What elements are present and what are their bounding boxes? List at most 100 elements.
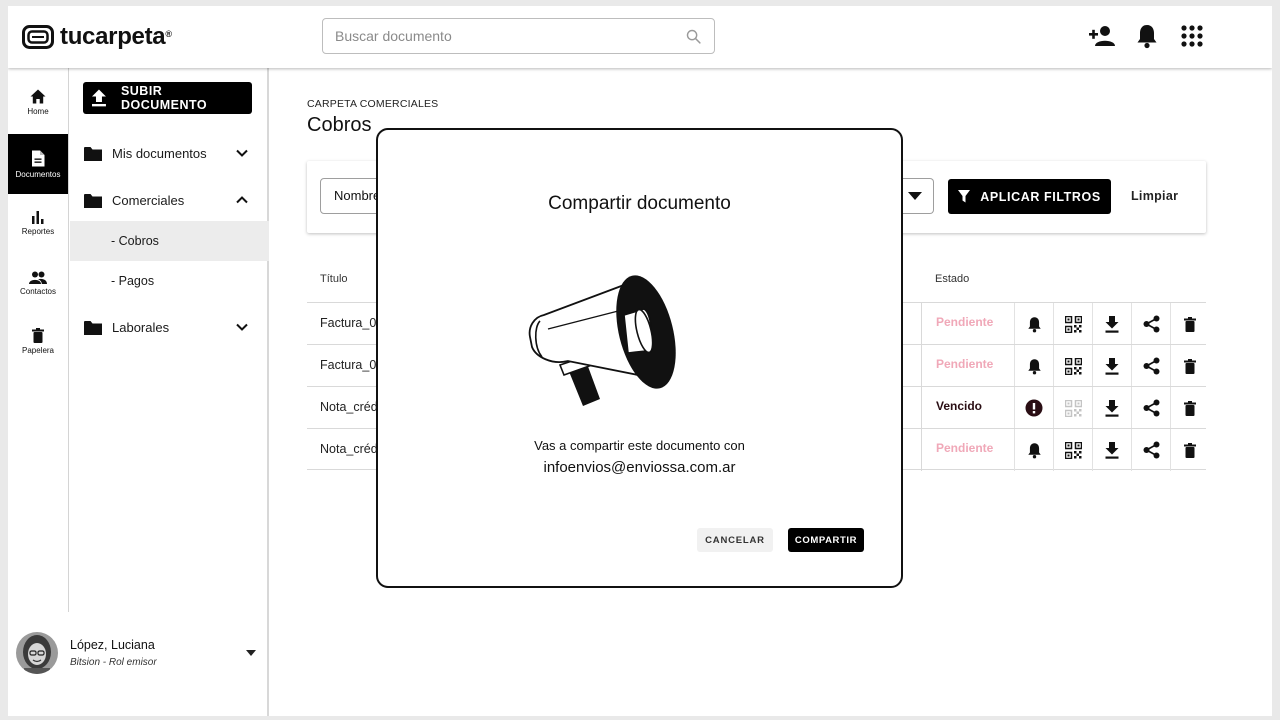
notify-button[interactable] — [1014, 345, 1053, 387]
folder-mis-documentos[interactable]: Mis documentos — [70, 138, 269, 168]
share-icon — [1143, 399, 1159, 417]
folder-label: Laborales — [112, 319, 170, 335]
document-title[interactable]: Nota_créd — [320, 400, 378, 414]
delete-button[interactable] — [1170, 345, 1209, 387]
chevron-down-icon[interactable] — [236, 149, 248, 157]
delete-button[interactable] — [1170, 429, 1209, 471]
column-header-state[interactable]: Estado — [935, 260, 969, 302]
rail-label: Home — [27, 106, 49, 116]
cancel-button[interactable]: CANCELAR — [697, 528, 773, 552]
caret-down-icon — [908, 192, 922, 200]
share-button[interactable] — [1131, 303, 1170, 345]
chevron-up-icon[interactable] — [236, 196, 248, 204]
notify-button[interactable] — [1014, 303, 1053, 345]
rail-item-contactos[interactable]: Contactos — [8, 254, 68, 312]
search-icon[interactable] — [685, 28, 702, 45]
avatar — [16, 632, 58, 674]
rail-item-papelera[interactable]: Papelera — [8, 312, 68, 370]
breadcrumb: CARPETA COMERCIALES — [307, 98, 439, 110]
bell-icon — [1027, 358, 1041, 374]
subfolder-pagos[interactable]: - Pagos — [70, 261, 269, 301]
top-bar: tucarpeta® — [8, 6, 1272, 68]
people-icon — [29, 271, 47, 284]
download-icon — [1105, 357, 1119, 375]
logo[interactable]: tucarpeta® — [22, 22, 172, 52]
user-name: López, Luciana — [70, 638, 155, 652]
qr-code-icon — [1064, 357, 1082, 375]
rail-item-reportes[interactable]: Reportes — [8, 194, 68, 252]
alert-icon — [1025, 399, 1043, 417]
logo-icon — [22, 25, 54, 49]
folder-icon — [84, 320, 102, 335]
folder-label: Comerciales — [112, 192, 185, 208]
share-icon — [1143, 315, 1159, 333]
upload-icon — [91, 89, 106, 107]
rail-item-documentos[interactable]: Documentos — [8, 134, 68, 194]
bar-chart-icon — [32, 210, 44, 224]
trash-icon — [1184, 316, 1196, 332]
trash-icon — [1184, 442, 1196, 458]
recipient-email: infoenvios@enviossa.com.ar — [543, 459, 736, 476]
status-badge: Pendiente — [921, 345, 1014, 387]
chevron-down-icon[interactable] — [236, 323, 248, 331]
share-icon — [1143, 441, 1159, 459]
share-button[interactable] — [1131, 345, 1170, 387]
share-document-dialog: Compartir documento Vas a compartir este… — [376, 128, 903, 588]
share-button[interactable] — [1131, 387, 1170, 429]
download-button[interactable] — [1092, 429, 1131, 471]
notify-button[interactable] — [1014, 429, 1053, 471]
qr-button[interactable] — [1053, 429, 1092, 471]
delete-button[interactable] — [1170, 387, 1209, 429]
caret-down-icon[interactable] — [246, 650, 256, 656]
qr-button[interactable] — [1053, 345, 1092, 387]
bell-icon — [1027, 442, 1041, 458]
user-profile[interactable]: López, Luciana Bitsion - Rol emisor — [8, 624, 268, 680]
download-icon — [1105, 441, 1119, 459]
share-button[interactable] — [1131, 429, 1170, 471]
document-title[interactable]: Factura_0 — [320, 316, 376, 330]
download-button[interactable] — [1092, 387, 1131, 429]
document-title[interactable]: Nota_créd — [320, 442, 378, 456]
clear-filters-button[interactable]: Limpiar — [1131, 189, 1178, 203]
folder-panel: SUBIR DOCUMENTO Mis documentos Comercial… — [70, 68, 269, 716]
rail-item-home[interactable]: Home — [8, 73, 68, 131]
alert-button[interactable] — [1014, 387, 1053, 429]
rail-label: Reportes — [21, 226, 55, 236]
qr-button[interactable] — [1053, 303, 1092, 345]
apps-grid-icon[interactable] — [1181, 25, 1203, 47]
search-input[interactable] — [335, 28, 685, 44]
download-button[interactable] — [1092, 345, 1131, 387]
folder-icon — [84, 193, 102, 208]
folder-laborales[interactable]: Laborales — [70, 312, 269, 342]
column-header-title[interactable]: Título — [320, 260, 348, 302]
folder-label: Mis documentos — [112, 145, 207, 161]
download-button[interactable] — [1092, 303, 1131, 345]
status-badge: Pendiente — [921, 303, 1014, 345]
share-confirm-button[interactable]: COMPARTIR — [788, 528, 864, 552]
document-title[interactable]: Factura_0 — [320, 358, 376, 372]
bell-icon — [1027, 316, 1041, 332]
dialog-message: Vas a compartir este documento con — [534, 438, 745, 453]
rail-label: Contactos — [19, 286, 57, 296]
add-user-icon[interactable] — [1088, 23, 1116, 49]
bell-icon[interactable] — [1136, 23, 1158, 49]
page-title: Cobros — [307, 114, 372, 136]
status-badge: Vencido — [921, 387, 1014, 429]
apply-filters-button[interactable]: APLICAR FILTROS — [948, 179, 1111, 214]
upload-label: SUBIR DOCUMENTO — [120, 84, 208, 112]
upload-document-button[interactable]: SUBIR DOCUMENTO — [83, 82, 252, 114]
download-icon — [1105, 399, 1119, 417]
delete-button[interactable] — [1170, 303, 1209, 345]
qr-code-icon — [1064, 315, 1082, 333]
filter-icon — [958, 190, 971, 203]
search-box[interactable] — [322, 18, 715, 54]
trash-icon — [1184, 400, 1196, 416]
subfolder-cobros[interactable]: - Cobros — [70, 221, 269, 261]
folder-icon — [84, 146, 102, 161]
trash-icon — [1184, 358, 1196, 374]
folder-comerciales[interactable]: Comerciales — [70, 185, 269, 215]
home-icon — [30, 89, 46, 103]
rail-label: Papelera — [21, 345, 55, 355]
share-icon — [1143, 357, 1159, 375]
apply-filters-label: APLICAR FILTROS — [980, 189, 1101, 204]
